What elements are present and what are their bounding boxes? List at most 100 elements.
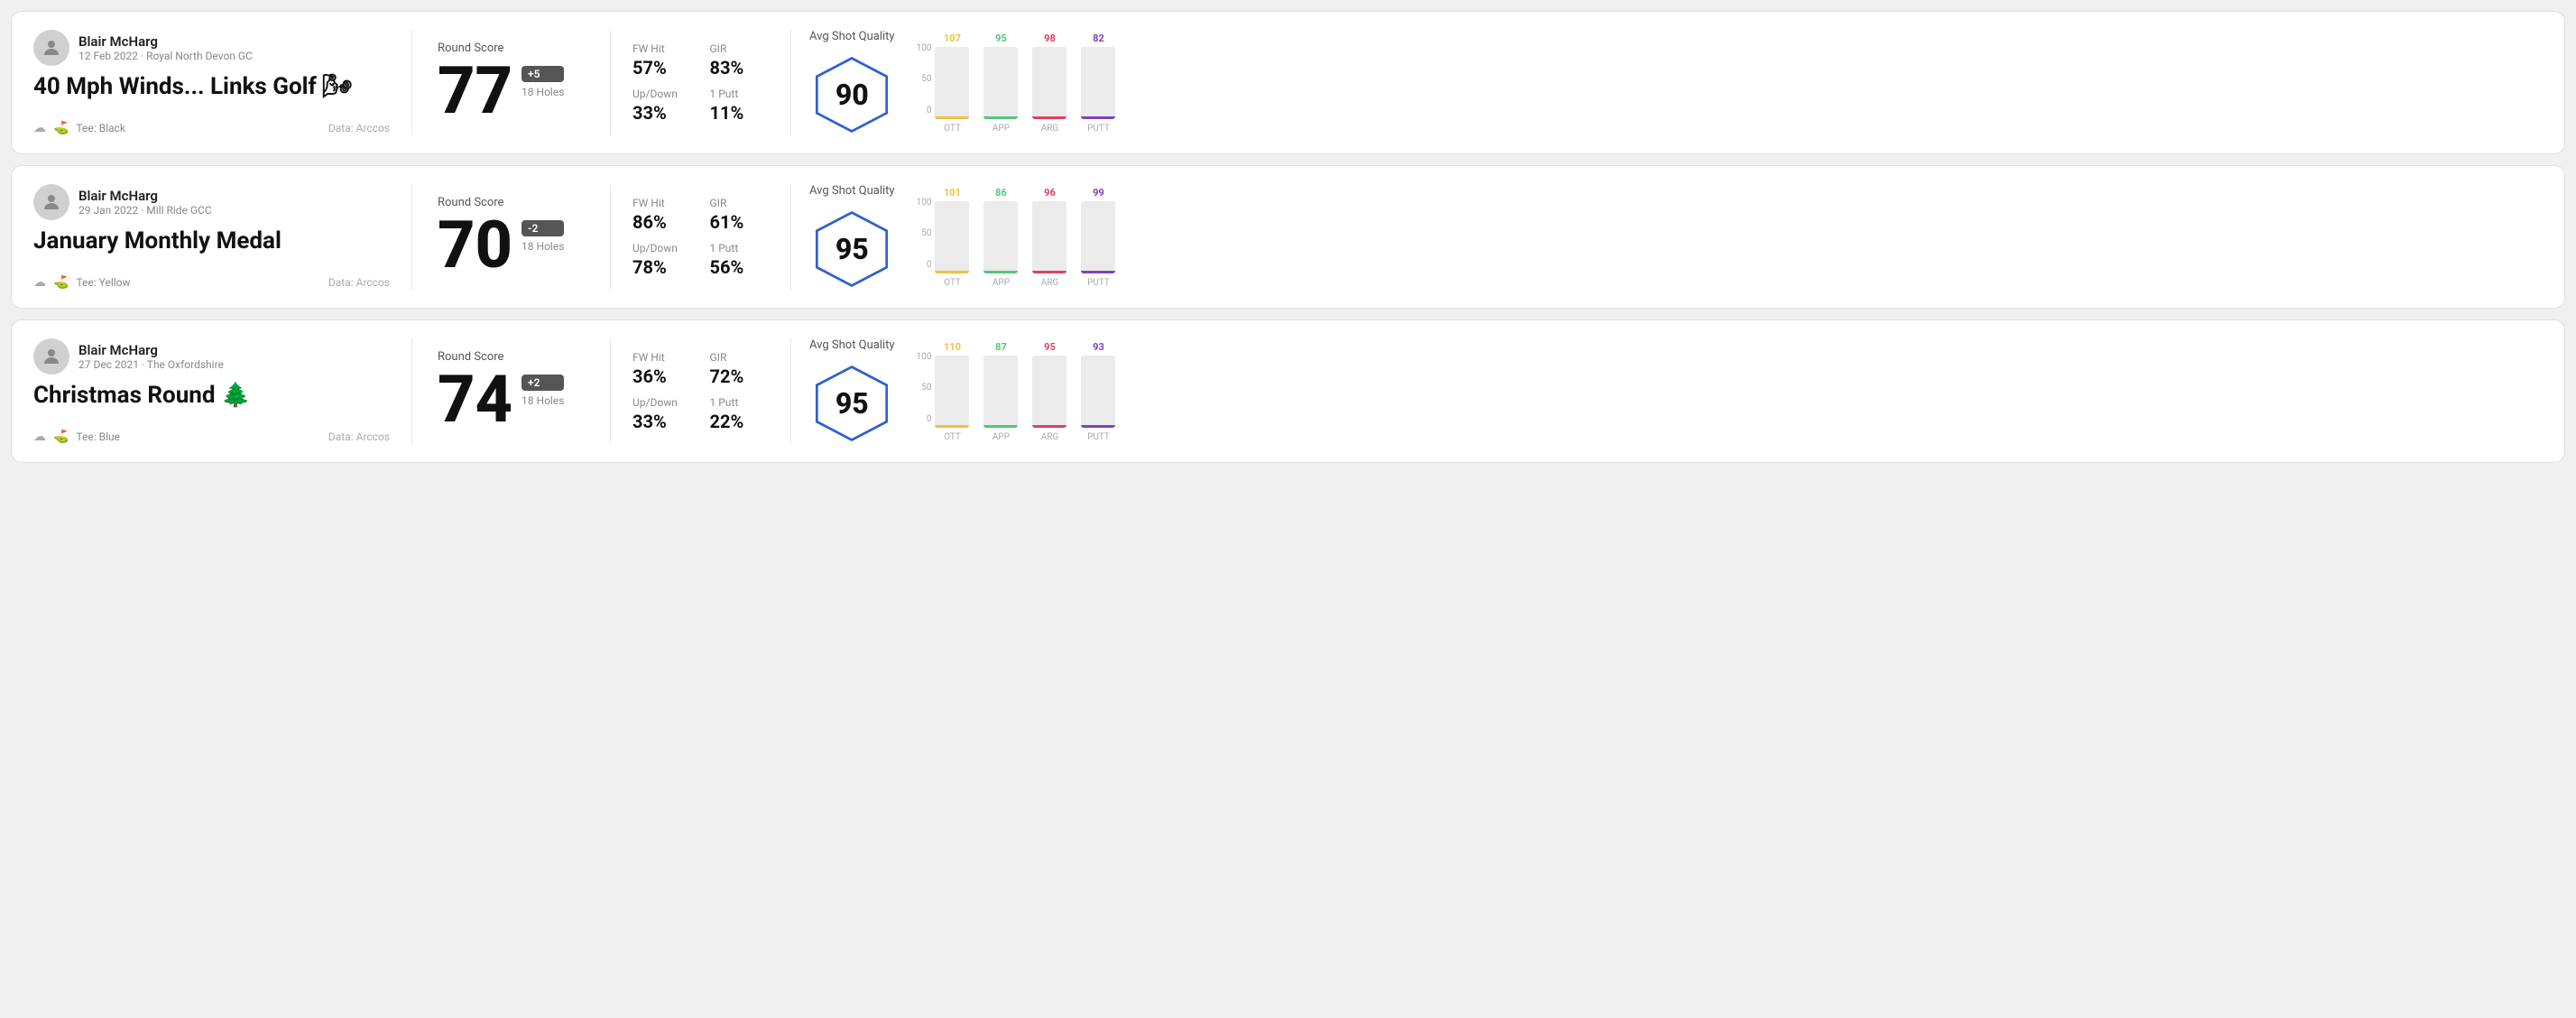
data-source: Data: Arccos xyxy=(328,276,390,289)
stats-section: FW Hit 57% GIR 83% Up/Down 33% 1 Putt 11… xyxy=(611,30,791,135)
oneputt-label: 1 Putt xyxy=(710,242,770,255)
bar-chart-container: 100 50 0 101 OTT 86 APP 96 xyxy=(917,187,2525,288)
date-course: 12 Feb 2022 · Royal North Devon GC xyxy=(78,50,253,62)
bar-group-app: 86 APP xyxy=(983,187,1018,288)
bottom-row: ☁ ⛳ Tee: Yellow Data: Arccos xyxy=(33,275,390,290)
fw-hit-stat: FW Hit 86% xyxy=(632,197,692,233)
bar-group-ott: 101 OTT xyxy=(935,187,969,288)
shot-quality-label: Avg Shot Quality xyxy=(809,184,895,198)
bar-group-arg: 95 ARG xyxy=(1032,341,1066,442)
bag-icon: ⛳ xyxy=(53,121,69,135)
shot-quality-container: Avg Shot Quality 95 xyxy=(809,184,895,290)
date-course: 29 Jan 2022 · Mill Ride GCC xyxy=(78,204,212,217)
bar-group-arg: 96 ARG xyxy=(1032,187,1066,288)
round-card: Blair McHarg 12 Feb 2022 · Royal North D… xyxy=(11,11,2565,154)
tee-label: Tee: Blue xyxy=(76,430,120,443)
weather-icon: ☁ xyxy=(33,121,46,135)
fw-hit-label: FW Hit xyxy=(632,197,692,209)
score-section: Round Score 74 +2 18 Holes xyxy=(412,338,611,444)
stats-grid: FW Hit 57% GIR 83% Up/Down 33% 1 Putt 11… xyxy=(632,42,769,124)
shot-quality-section: Avg Shot Quality 95 100 50 0 110 OTT xyxy=(791,338,2543,444)
holes-text: 18 Holes xyxy=(522,240,564,253)
user-row: Blair McHarg 12 Feb 2022 · Royal North D… xyxy=(33,30,390,66)
user-row: Blair McHarg 29 Jan 2022 · Mill Ride GCC xyxy=(33,184,390,220)
gir-stat: GIR 72% xyxy=(710,351,770,387)
gir-label: GIR xyxy=(710,42,770,55)
score-row: 77 +5 18 Holes xyxy=(438,59,585,124)
hexagon: 95 xyxy=(811,208,892,290)
score-number: 74 xyxy=(438,367,512,432)
shot-quality-container: Avg Shot Quality 90 xyxy=(809,30,895,135)
fw-hit-stat: FW Hit 57% xyxy=(632,42,692,79)
score-modifier-badge: +5 xyxy=(522,66,564,82)
oneputt-value: 56% xyxy=(710,256,770,278)
gir-value: 83% xyxy=(710,57,770,79)
holes-text: 18 Holes xyxy=(522,394,564,407)
fw-hit-value: 57% xyxy=(632,57,692,79)
updown-value: 33% xyxy=(632,411,692,432)
score-modifier-badge: +2 xyxy=(522,375,564,391)
bar-group-arg: 98 ARG xyxy=(1032,32,1066,134)
bar-group-putt: 99 PUTT xyxy=(1081,187,1115,288)
round-title: January Monthly Medal xyxy=(33,227,390,255)
score-number: 77 xyxy=(438,59,512,124)
oneputt-stat: 1 Putt 22% xyxy=(710,396,770,432)
score-section: Round Score 70 -2 18 Holes xyxy=(412,184,611,290)
updown-value: 78% xyxy=(632,256,692,278)
gir-label: GIR xyxy=(710,351,770,364)
avatar xyxy=(33,184,69,220)
user-row: Blair McHarg 27 Dec 2021 · The Oxfordshi… xyxy=(33,338,390,375)
gir-value: 72% xyxy=(710,366,770,387)
updown-value: 33% xyxy=(632,102,692,124)
fw-hit-label: FW Hit xyxy=(632,42,692,55)
user-name: Blair McHarg xyxy=(78,33,253,50)
score-row: 70 -2 18 Holes xyxy=(438,213,585,278)
bar-chart-container: 100 50 0 110 OTT 87 APP 95 xyxy=(917,341,2525,442)
bar-group-app: 87 APP xyxy=(983,341,1018,442)
stats-section: FW Hit 86% GIR 61% Up/Down 78% 1 Putt 56… xyxy=(611,184,791,290)
hexagon: 90 xyxy=(811,54,892,135)
updown-stat: Up/Down 33% xyxy=(632,88,692,124)
stats-grid: FW Hit 36% GIR 72% Up/Down 33% 1 Putt 22… xyxy=(632,351,769,432)
round-card: Blair McHarg 27 Dec 2021 · The Oxfordshi… xyxy=(11,319,2565,463)
bar-group-ott: 110 OTT xyxy=(935,341,969,442)
fw-hit-stat: FW Hit 36% xyxy=(632,351,692,387)
score-number: 70 xyxy=(438,213,512,278)
round-card: Blair McHarg 29 Jan 2022 · Mill Ride GCC… xyxy=(11,165,2565,309)
oneputt-stat: 1 Putt 56% xyxy=(710,242,770,278)
weather-icon: ☁ xyxy=(33,430,46,444)
round-title: 40 Mph Winds... Links Golf 🌬 xyxy=(33,73,390,100)
bag-icon: ⛳ xyxy=(53,275,69,290)
tee-info: ☁ ⛳ Tee: Yellow xyxy=(33,275,131,290)
user-info: Blair McHarg 29 Jan 2022 · Mill Ride GCC xyxy=(78,188,212,217)
date-course: 27 Dec 2021 · The Oxfordshire xyxy=(78,358,224,371)
bar-group-app: 95 APP xyxy=(983,32,1018,134)
gir-stat: GIR 83% xyxy=(710,42,770,79)
oneputt-value: 22% xyxy=(710,411,770,432)
gir-stat: GIR 61% xyxy=(710,197,770,233)
score-row: 74 +2 18 Holes xyxy=(438,367,585,432)
user-name: Blair McHarg xyxy=(78,342,224,358)
bar-chart-container: 100 50 0 107 OTT 95 APP 98 xyxy=(917,32,2525,134)
stats-section: FW Hit 36% GIR 72% Up/Down 33% 1 Putt 22… xyxy=(611,338,791,444)
data-source: Data: Arccos xyxy=(328,430,390,443)
score-section: Round Score 77 +5 18 Holes xyxy=(412,30,611,135)
stats-grid: FW Hit 86% GIR 61% Up/Down 78% 1 Putt 56… xyxy=(632,197,769,278)
avatar xyxy=(33,30,69,66)
shot-quality-container: Avg Shot Quality 95 xyxy=(809,338,895,444)
bar-group-putt: 93 PUTT xyxy=(1081,341,1115,442)
fw-hit-value: 86% xyxy=(632,211,692,233)
updown-stat: Up/Down 33% xyxy=(632,396,692,432)
score-details: +2 18 Holes xyxy=(522,367,564,407)
oneputt-stat: 1 Putt 11% xyxy=(710,88,770,124)
hexagon-score: 95 xyxy=(836,386,869,421)
oneputt-label: 1 Putt xyxy=(710,396,770,409)
shot-quality-label: Avg Shot Quality xyxy=(809,338,895,352)
fw-hit-value: 36% xyxy=(632,366,692,387)
updown-label: Up/Down xyxy=(632,396,692,409)
tee-info: ☁ ⛳ Tee: Blue xyxy=(33,430,120,444)
round-left-section: Blair McHarg 27 Dec 2021 · The Oxfordshi… xyxy=(33,338,412,444)
user-info: Blair McHarg 27 Dec 2021 · The Oxfordshi… xyxy=(78,342,224,371)
hexagon: 95 xyxy=(811,363,892,444)
tee-label: Tee: Yellow xyxy=(76,276,130,289)
